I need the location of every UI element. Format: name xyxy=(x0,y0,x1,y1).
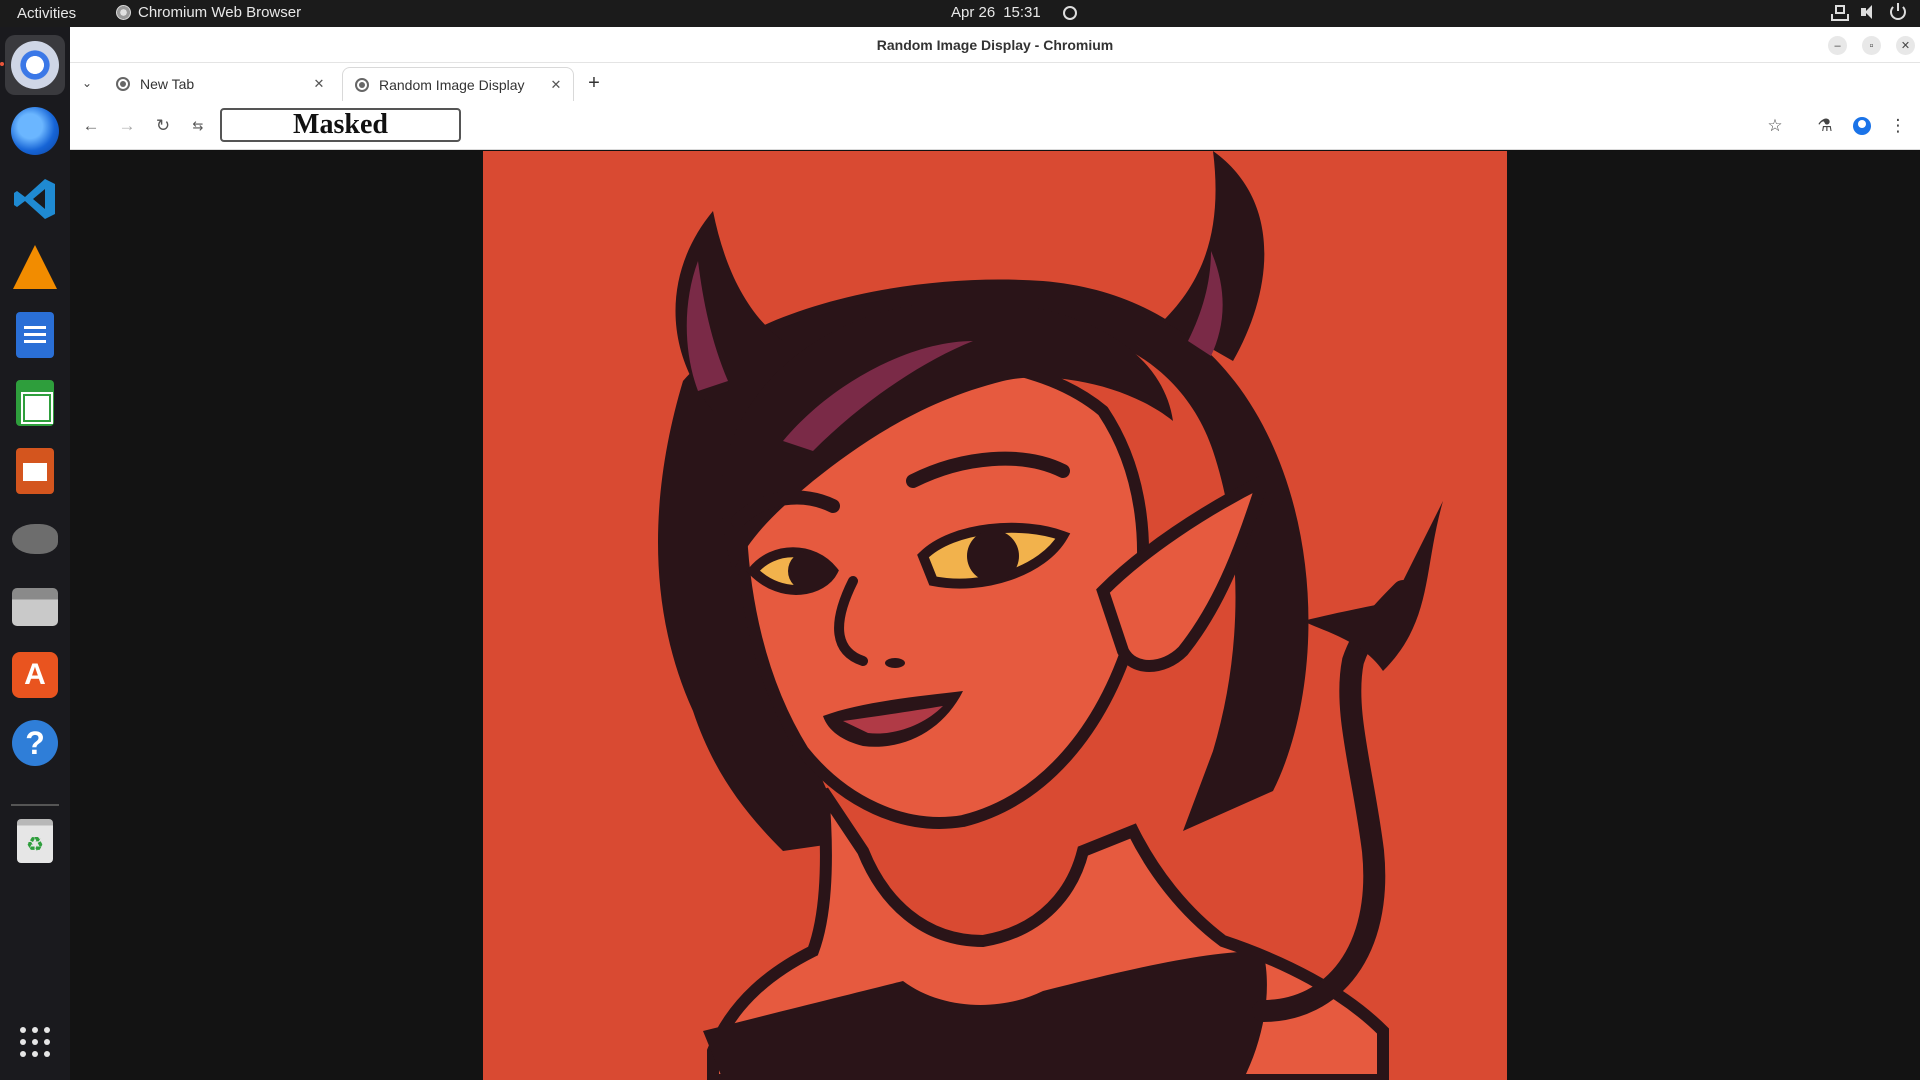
show-apps-icon xyxy=(20,1027,50,1057)
devil-girl-illustration xyxy=(483,151,1507,1080)
dock-item-trash[interactable]: ♻ xyxy=(10,816,60,866)
site-info-icon[interactable]: ⇆ xyxy=(187,115,209,137)
help-icon: ? xyxy=(12,720,58,766)
dock-item-writer[interactable] xyxy=(10,310,60,360)
dock: A ? ♻ xyxy=(0,27,70,1080)
libreoffice-writer-icon xyxy=(16,312,54,358)
favicon-icon xyxy=(116,77,130,91)
dock-item-impress[interactable] xyxy=(10,446,60,496)
new-tab-button[interactable]: + xyxy=(583,72,605,94)
time-label: 15:31 xyxy=(1003,4,1041,21)
app-center-icon: A xyxy=(12,652,58,698)
profile-avatar-icon xyxy=(1853,117,1871,135)
dock-item-help[interactable]: ? xyxy=(10,718,60,768)
alarm-icon xyxy=(1062,5,1077,20)
title-bar[interactable]: Random Image Display - Chromium – ▫ ✕ xyxy=(70,27,1920,63)
dock-item-vscode[interactable] xyxy=(10,174,60,224)
chromium-icon xyxy=(11,41,59,89)
trash-icon: ♻ xyxy=(17,819,53,863)
dock-item-vlc[interactable] xyxy=(10,242,60,292)
dock-item-chromium[interactable] xyxy=(0,35,65,95)
bookmark-star-icon[interactable]: ☆ xyxy=(1764,115,1786,137)
activities-button[interactable]: Activities xyxy=(17,5,76,22)
vlc-icon xyxy=(13,245,57,289)
volume-icon xyxy=(1860,4,1876,20)
address-bar[interactable]: Masked xyxy=(220,108,461,142)
close-window-button[interactable]: ✕ xyxy=(1896,36,1915,55)
minimize-button[interactable]: – xyxy=(1828,36,1847,55)
network-icon xyxy=(1830,4,1849,21)
close-tab-icon[interactable]: ✕ xyxy=(310,75,328,93)
top-bar: Activities Chromium Web Browser Apr 26 1… xyxy=(0,0,1920,27)
running-indicator xyxy=(0,62,4,66)
tab-new-tab[interactable]: New Tab ✕ xyxy=(104,67,336,101)
browser-toolbar: ← → ↻ ⇆ Masked ☆ ⚗ ⋮ xyxy=(70,103,1920,150)
show-apps-button[interactable] xyxy=(10,1017,60,1067)
date-label: Apr 26 xyxy=(951,4,996,21)
tab-search-button[interactable]: ⌄ xyxy=(78,74,96,92)
page-content xyxy=(70,151,1920,1080)
profile-button[interactable] xyxy=(1851,115,1873,137)
dock-item-thunderbird[interactable] xyxy=(10,106,60,156)
app-name-label: Chromium Web Browser xyxy=(138,4,302,21)
favicon-icon xyxy=(355,77,369,92)
clock[interactable]: Apr 26 15:31 xyxy=(951,4,1077,21)
close-tab-icon[interactable]: ✕ xyxy=(547,76,565,94)
system-tray[interactable] xyxy=(1830,3,1906,21)
vscode-icon xyxy=(14,179,55,219)
app-menu[interactable]: Chromium Web Browser xyxy=(116,4,301,21)
back-button[interactable]: ← xyxy=(80,115,102,137)
power-icon xyxy=(1890,3,1906,20)
labs-flask-icon[interactable]: ⚗ xyxy=(1814,115,1836,137)
files-icon xyxy=(12,588,58,626)
thunderbird-icon xyxy=(11,107,59,155)
browser-window: Random Image Display - Chromium – ▫ ✕ ⌄ … xyxy=(70,27,1920,1080)
tab-strip: ⌄ New Tab ✕ Random Image Display ✕ + xyxy=(70,63,1920,103)
tab-random-image-display[interactable]: Random Image Display ✕ xyxy=(342,67,574,101)
chromium-small-icon xyxy=(116,5,131,20)
maximize-button[interactable]: ▫ xyxy=(1862,36,1881,55)
dock-item-files[interactable] xyxy=(10,582,60,632)
tab-label: New Tab xyxy=(140,76,195,92)
dock-item-gimp[interactable] xyxy=(10,514,60,564)
dock-separator xyxy=(11,804,59,806)
gimp-icon xyxy=(12,524,58,554)
libreoffice-calc-icon xyxy=(16,380,54,426)
menu-kebab-icon[interactable]: ⋮ xyxy=(1887,115,1909,137)
tab-label: Random Image Display xyxy=(379,76,525,93)
dock-item-app-center[interactable]: A xyxy=(10,650,60,700)
libreoffice-impress-icon xyxy=(16,448,54,494)
dock-item-calc[interactable] xyxy=(10,378,60,428)
forward-button[interactable]: → xyxy=(116,115,138,137)
window-title: Random Image Display - Chromium xyxy=(876,37,1114,53)
reload-button[interactable]: ↻ xyxy=(152,115,174,137)
